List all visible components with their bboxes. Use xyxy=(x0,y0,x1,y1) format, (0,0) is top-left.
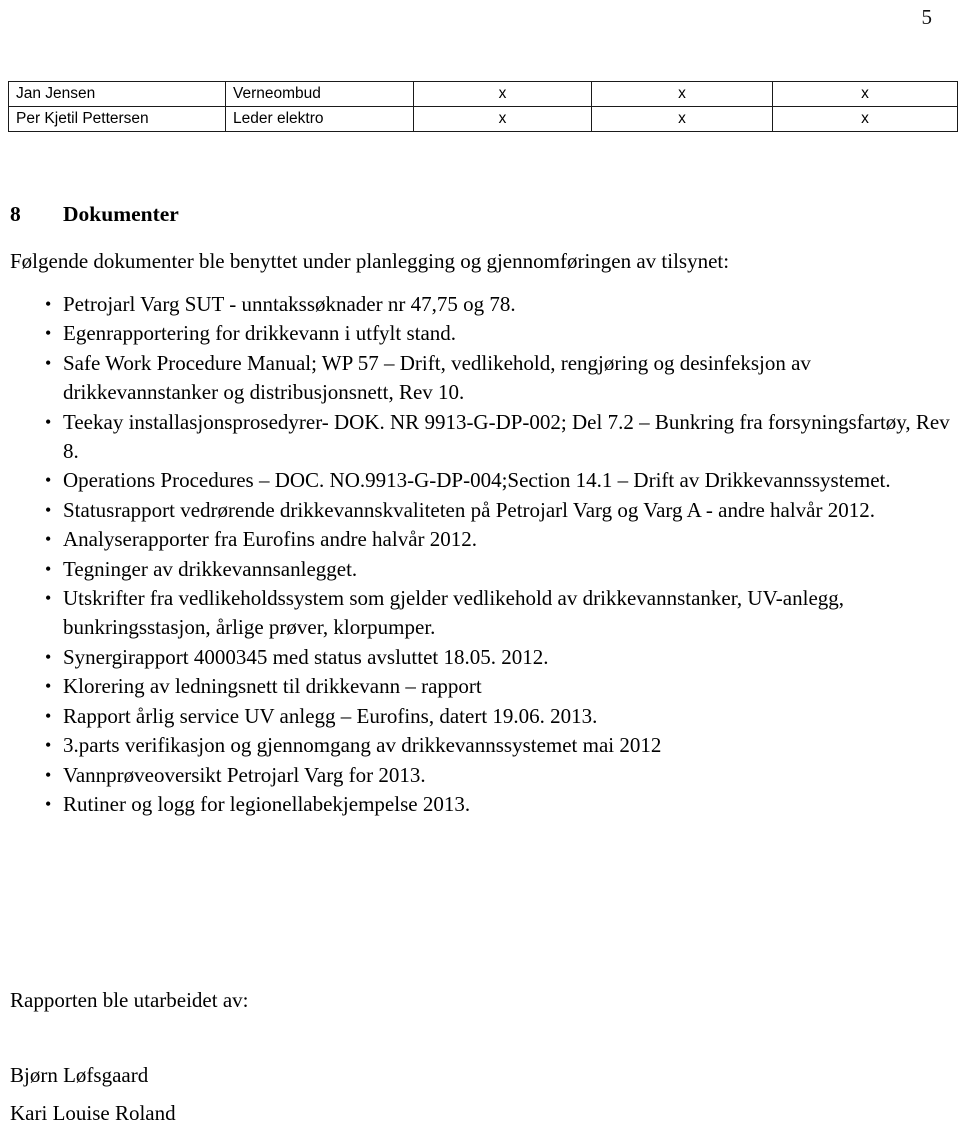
document-body: 8 Dokumenter Følgende dokumenter ble ben… xyxy=(10,200,952,820)
participant-name: Jan Jensen xyxy=(8,81,226,107)
list-item: Teekay installasjonsprosedyrer- DOK. NR … xyxy=(10,408,952,467)
table-row: Jan Jensen Verneombud x x x xyxy=(8,81,958,107)
document-list: Petrojarl Varg SUT - unntakssøknader nr … xyxy=(10,290,952,820)
section-heading: 8 Dokumenter xyxy=(10,200,952,228)
signature-author-1: Bjørn Løfsgaard xyxy=(10,1063,149,1087)
table-row: Per Kjetil Pettersen Leder elektro x x x xyxy=(8,106,958,132)
list-item: Rutiner og logg for legionellabekjempels… xyxy=(10,790,952,820)
list-item: Statusrapport vedrørende drikkevannskval… xyxy=(10,496,952,526)
signature-intro: Rapporten ble utarbeidet av: xyxy=(10,988,249,1012)
list-item: Vannprøveoversikt Petrojarl Varg for 201… xyxy=(10,761,952,791)
list-item: Synergirapport 4000345 med status avslut… xyxy=(10,643,952,673)
participant-mark-2: x xyxy=(591,81,773,107)
participant-mark-1: x xyxy=(413,81,592,107)
list-item: Petrojarl Varg SUT - unntakssøknader nr … xyxy=(10,290,952,320)
participant-mark-3: x xyxy=(772,81,958,107)
participants-table: Jan Jensen Verneombud x x x Per Kjetil P… xyxy=(8,81,958,132)
participant-role: Leder elektro xyxy=(225,106,414,132)
list-item: Klorering av ledningsnett til drikkevann… xyxy=(10,672,952,702)
participants-table-body: Jan Jensen Verneombud x x x Per Kjetil P… xyxy=(8,81,958,132)
list-item: Tegninger av drikkevannsanlegget. xyxy=(10,555,952,585)
participant-mark-3: x xyxy=(772,106,958,132)
section-number: 8 xyxy=(10,202,21,226)
list-item: Safe Work Procedure Manual; WP 57 – Drif… xyxy=(10,349,952,408)
participant-mark-1: x xyxy=(413,106,592,132)
list-item: 3.parts verifikasjon og gjennomgang av d… xyxy=(10,731,952,761)
list-item: Operations Procedures – DOC. NO.9913-G-D… xyxy=(10,466,952,496)
participant-role: Verneombud xyxy=(225,81,414,107)
page-number: 5 xyxy=(921,5,933,29)
section-intro: Følgende dokumenter ble benyttet under p… xyxy=(10,249,730,273)
signature-author-2: Kari Louise Roland xyxy=(10,1101,176,1125)
list-item: Utskrifter fra vedlikeholdssystem som gj… xyxy=(10,584,952,643)
section-title: Dokumenter xyxy=(63,202,179,226)
participant-name: Per Kjetil Pettersen xyxy=(8,106,226,132)
list-item: Rapport årlig service UV anlegg – Eurofi… xyxy=(10,702,952,732)
list-item: Analyserapporter fra Eurofins andre halv… xyxy=(10,525,952,555)
list-item: Egenrapportering for drikkevann i utfylt… xyxy=(10,319,952,349)
participant-mark-2: x xyxy=(591,106,773,132)
